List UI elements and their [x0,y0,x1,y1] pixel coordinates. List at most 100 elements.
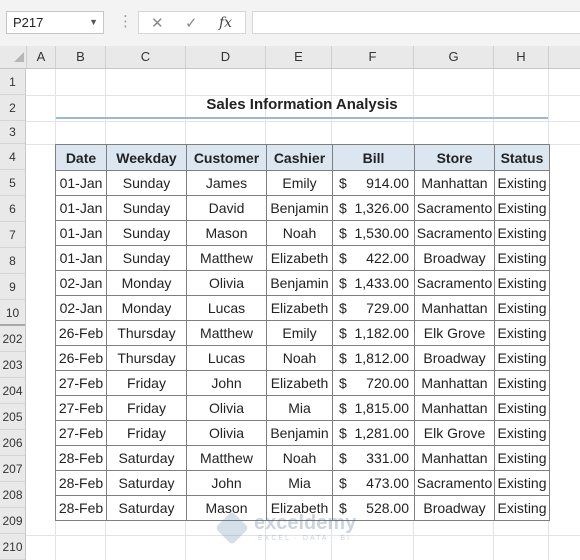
cell-weekday[interactable]: Thursday [106,345,187,371]
cell-store[interactable]: Manhattan [414,170,495,196]
cell-date[interactable]: 26-Feb [55,320,107,346]
cell-status[interactable]: Existing [494,370,550,396]
cell-bill[interactable]: $914.00 [332,170,415,196]
cell-status[interactable]: Existing [494,395,550,421]
cell-store[interactable]: Broadway [414,345,495,371]
header-customer[interactable]: Customer [186,144,267,171]
cell-status[interactable]: Existing [494,420,550,446]
cell-status[interactable]: Existing [494,295,550,321]
cell-date[interactable]: 27-Feb [55,370,107,396]
cell-customer[interactable]: Olivia [186,420,267,446]
row-header[interactable]: 7 [0,222,25,248]
cell-bill[interactable]: $1,530.00 [332,220,415,246]
row-header[interactable]: 1 [0,69,25,95]
cell-cashier[interactable]: Benjamin [266,195,333,221]
column-header-g[interactable]: G [414,46,494,68]
cell-bill[interactable]: $729.00 [332,295,415,321]
column-header-b[interactable]: B [56,46,106,68]
cell-store[interactable]: Manhattan [414,295,495,321]
cell-customer[interactable]: Lucas [186,295,267,321]
column-header-c[interactable]: C [106,46,186,68]
row-header[interactable]: 8 [0,248,25,274]
cell-weekday[interactable]: Sunday [106,195,187,221]
row-header[interactable]: 9 [0,274,25,300]
cell-customer[interactable]: David [186,195,267,221]
cell-customer[interactable]: Olivia [186,270,267,296]
column-header-d[interactable]: D [186,46,266,68]
cell-bill[interactable]: $331.00 [332,445,415,471]
row-header[interactable]: 6 [0,196,25,222]
cell-store[interactable]: Elk Grove [414,320,495,346]
cell-date[interactable]: 01-Jan [55,195,107,221]
cell-weekday[interactable]: Friday [106,420,187,446]
cell-weekday[interactable]: Monday [106,270,187,296]
cell-weekday[interactable]: Sunday [106,170,187,196]
more-options-icon[interactable]: ⋮ [118,12,133,30]
cell-status[interactable]: Existing [494,445,550,471]
formula-input[interactable] [252,11,580,34]
cell-status[interactable]: Existing [494,220,550,246]
cell-date[interactable]: 02-Jan [55,270,107,296]
cell-weekday[interactable]: Thursday [106,320,187,346]
cell-bill[interactable]: $720.00 [332,370,415,396]
cell-bill[interactable]: $473.00 [332,470,415,496]
cell-weekday[interactable]: Friday [106,395,187,421]
cell-date[interactable]: 01-Jan [55,245,107,271]
row-header[interactable]: 210 [0,534,25,560]
cell-cashier[interactable]: Mia [266,395,333,421]
column-header-e[interactable]: E [266,46,332,68]
column-header-a[interactable]: A [27,46,56,68]
cell-customer[interactable]: Mason [186,220,267,246]
cell-date[interactable]: 28-Feb [55,445,107,471]
insert-function-icon[interactable]: fx [219,15,232,31]
enter-icon[interactable]: ✓ [185,14,198,32]
row-header[interactable]: 207 [0,456,25,482]
cell-cashier[interactable]: Emily [266,170,333,196]
cell-weekday[interactable]: Saturday [106,470,187,496]
cell-date[interactable]: 28-Feb [55,495,107,521]
cell-store[interactable]: Broadway [414,245,495,271]
cell-customer[interactable]: Matthew [186,445,267,471]
row-header[interactable]: 4 [0,144,25,170]
cell-store[interactable]: Elk Grove [414,420,495,446]
cell-status[interactable]: Existing [494,245,550,271]
cell-customer[interactable]: Matthew [186,320,267,346]
cell-cashier[interactable]: Noah [266,220,333,246]
cell-store[interactable]: Broadway [414,495,495,521]
cell-status[interactable]: Existing [494,470,550,496]
cell-weekday[interactable]: Saturday [106,445,187,471]
cell-store[interactable]: Manhattan [414,370,495,396]
select-all-button[interactable] [0,46,27,68]
column-header-h[interactable]: H [494,46,549,68]
sheet-title[interactable]: Sales Information Analysis [56,92,548,118]
cell-date[interactable]: 26-Feb [55,345,107,371]
cell-cashier[interactable]: Mia [266,470,333,496]
row-header[interactable]: 5 [0,170,25,196]
cell-cashier[interactable]: Emily [266,320,333,346]
cell-date[interactable]: 01-Jan [55,170,107,196]
cell-bill[interactable]: $1,281.00 [332,420,415,446]
cell-store[interactable]: Sacramento [414,195,495,221]
cell-bill[interactable]: $1,433.00 [332,270,415,296]
cell-cashier[interactable]: Elizabeth [266,245,333,271]
cell-cashier[interactable]: Noah [266,345,333,371]
header-store[interactable]: Store [414,144,495,171]
row-header[interactable]: 2 [0,95,25,121]
cell-date[interactable]: 28-Feb [55,470,107,496]
cell-weekday[interactable]: Saturday [106,495,187,521]
cell-date[interactable]: 02-Jan [55,295,107,321]
header-status[interactable]: Status [494,144,550,171]
cell-status[interactable]: Existing [494,270,550,296]
cancel-icon[interactable]: ✕ [151,14,164,32]
cell-store[interactable]: Sacramento [414,470,495,496]
cell-status[interactable]: Existing [494,495,550,521]
cell-date[interactable]: 27-Feb [55,395,107,421]
cell-weekday[interactable]: Sunday [106,220,187,246]
cell-store[interactable]: Manhattan [414,395,495,421]
cell-bill[interactable]: $1,812.00 [332,345,415,371]
cell-store[interactable]: Sacramento [414,220,495,246]
cell-customer[interactable]: John [186,470,267,496]
row-header[interactable]: 206 [0,430,25,456]
cell-status[interactable]: Existing [494,170,550,196]
row-header[interactable]: 209 [0,508,25,534]
